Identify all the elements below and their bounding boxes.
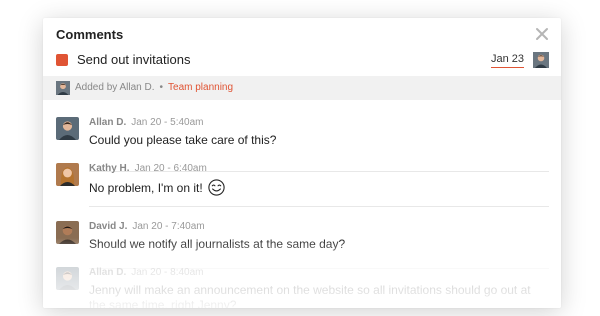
comment-time: Jan 20 - 6:40am (134, 163, 207, 174)
task-row[interactable]: Send out invitations Jan 23 (56, 52, 549, 72)
comment-item: Allan D. Jan 20 - 8:40am Jenny will make … (56, 256, 549, 308)
comment-text: Should we notify all journalists at the … (89, 237, 346, 251)
comment-text: Jenny will make an announcement on the w… (89, 283, 531, 308)
meta-separator: • (159, 82, 164, 93)
task-name: Send out invitations (77, 52, 191, 67)
comment-divider (89, 206, 549, 207)
comment-time: Jan 20 - 5:40am (131, 117, 204, 128)
due-date[interactable]: Jan 23 (490, 53, 524, 68)
added-by-text: Added by Allan D. • Team planning (75, 82, 233, 94)
comment-item: Allan D. Jan 20 - 5:40am Could you please… (56, 106, 549, 172)
task-meta-bar: Added by Allan D. • Team planning (43, 76, 561, 100)
dialog-header: Comments (56, 27, 551, 47)
comment-author[interactable]: Allan D. (89, 117, 126, 128)
avatar[interactable] (533, 52, 549, 68)
task-checkbox[interactable] (56, 54, 68, 66)
comment-text: Could you please take care of this? (89, 133, 277, 147)
comment-author[interactable]: Kathy H. (89, 163, 130, 174)
comment-text: No problem, I'm on it! (89, 179, 549, 196)
comment-item: David J. Jan 20 - 7:40am Should we notify… (56, 210, 549, 269)
dialog-title: Comments (56, 27, 124, 42)
comment-header: David J. Jan 20 - 7:40am (89, 221, 205, 233)
comment-author[interactable]: Allan D. (89, 267, 126, 278)
comment-header: Kathy H. Jan 20 - 6:40am (89, 163, 207, 175)
avatar (56, 117, 79, 140)
smiley-face-icon (208, 179, 225, 196)
avatar (56, 163, 79, 186)
comment-header: Allan D. Jan 20 - 8:40am (89, 267, 204, 279)
comment-time: Jan 20 - 7:40am (132, 221, 205, 232)
avatar (56, 221, 79, 244)
comment-time: Jan 20 - 8:40am (131, 267, 204, 278)
project-link[interactable]: Team planning (168, 82, 233, 93)
comments-dialog: Comments Send out invitations Jan 23 Add… (43, 18, 561, 308)
comment-author[interactable]: David J. (89, 221, 127, 232)
added-by-label: Added by Allan D. (75, 82, 155, 93)
close-icon[interactable] (535, 27, 549, 41)
avatar (56, 267, 79, 290)
comment-text-content: No problem, I'm on it! (89, 181, 203, 195)
comment-header: Allan D. Jan 20 - 5:40am (89, 117, 204, 129)
avatar (56, 81, 70, 95)
comment-item: Kathy H. Jan 20 - 6:40am No problem, I'm … (56, 152, 549, 207)
